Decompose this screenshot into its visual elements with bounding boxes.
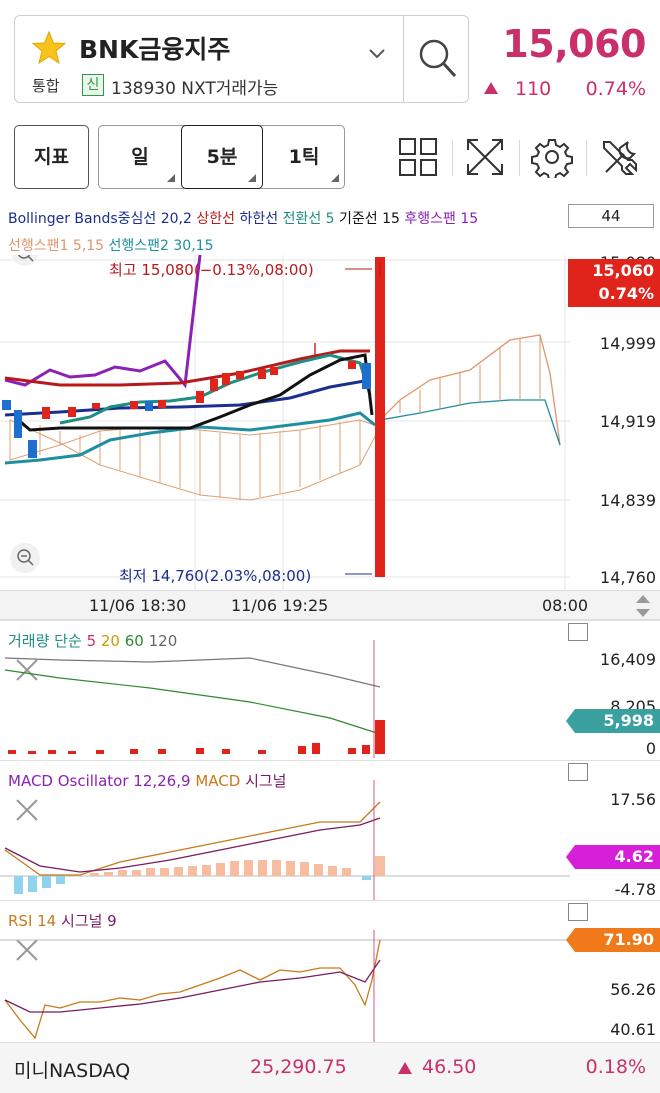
stock-name[interactable]: BNK금융지주 [79,30,230,66]
legend-base: 기준선 15 [339,211,400,227]
index-change-pct: 0.18% [585,1056,646,1078]
low-label: 최저 14,760(2.03%,08:00) [119,567,312,585]
toolbar-divider [519,140,520,176]
index-value: 25,290.75 [250,1056,347,1078]
zoom-out-icon[interactable] [10,543,40,573]
time-axis[interactable]: 11/06 18:30 11/06 19:25 08:00 [0,590,660,620]
menu-icon[interactable] [568,763,588,781]
legend-bb-mid: Bollinger Bands중심선 20,2 [8,211,192,227]
price-chart[interactable] [0,255,660,590]
macd-axis-label: 17.56 [610,790,656,809]
legend-bb-lower: 하한선 [239,211,279,227]
price-axis-label: 14,839 [600,491,656,510]
expand-icon[interactable] [464,136,506,178]
period-selector: 일 5분 1틱 [98,125,345,189]
stock-code: 138930 NXT거래가능 [111,79,279,99]
chevron-down-icon[interactable] [367,46,387,60]
current-price-flag: 15,060 0.74% [568,259,660,307]
stock-selector[interactable]: BNK금융지주 통합 신 138930 NXT거래가능 [14,15,469,103]
legend-bb-upper: 상한선 [196,211,236,227]
period-day-label: 일 [131,146,149,168]
toolbar-divider [452,140,453,176]
macd-chart [0,780,570,900]
price-axis-label: 14,760 [600,568,656,587]
flag-pct: 0.74% [598,284,654,303]
rsi-axis-label: 40.61 [610,1020,656,1039]
period-5min-button[interactable]: 5분 [181,125,263,189]
menu-icon[interactable] [568,903,588,921]
period-1tick-label: 1틱 [288,146,320,168]
base-line [14,353,374,432]
indicator-button[interactable]: 지표 [14,125,89,189]
zoom-in-icon[interactable] [11,255,39,266]
up-arrow-icon [484,82,498,94]
volume-chart [4,640,385,758]
price-axis-label: 14,999 [600,334,656,353]
ichimoku-cloud [9,334,561,501]
index-change: 46.50 [422,1056,477,1078]
volume-axis-label: 16,409 [600,650,656,669]
tools-icon[interactable] [598,136,640,178]
macd-axis-label: -4.78 [614,880,656,899]
divider [403,16,404,102]
legend-span2: 선행스팬2 30,15 [108,238,214,254]
star-favorite-icon[interactable] [31,30,67,66]
current-price: 15,060 [502,22,646,66]
grid-icon[interactable] [397,136,439,178]
rsi-current-flag: 71.90 [566,928,660,952]
menu-icon[interactable] [568,623,588,641]
rsi-signal-label: 시그널 9 [61,912,117,930]
legend-lagging: 후행스팬 15 [404,211,479,227]
main-legend-row2: 선행스팬1 5,15 선행스팬2 30,15 [8,235,213,255]
period-day-button[interactable]: 일 [99,126,181,188]
index-name: 미니NASDAQ [14,1060,131,1082]
volume-axis-label: 0 [645,739,656,758]
search-icon[interactable] [415,34,459,82]
rsi-chart [0,930,570,1042]
credit-badge: 신 [82,74,104,96]
time-label: 08:00 [542,596,589,615]
time-label: 11/06 18:30 [89,596,187,615]
price-change: 110 [515,78,552,100]
period-1tick-button[interactable]: 1틱 [263,126,345,188]
volume-current-flag: 5,998 [566,709,660,733]
rsi-axis-label: 56.26 [610,980,656,999]
price-change-pct: 0.74% [585,78,646,100]
time-label: 11/06 19:25 [231,596,329,615]
index-ticker-bar[interactable]: 미니NASDAQ 25,290.75 46.50 0.18% [0,1042,660,1093]
high-label: 최고 15,080(−0.13%,08:00) [109,261,314,279]
legend-span1: 선행스팬1 5,15 [8,238,105,254]
main-legend-row1: Bollinger Bands중심선 20,2 상한선 하한선 전환선 5 기준… [8,208,478,228]
up-arrow-icon [398,1062,412,1074]
scroll-arrows-icon[interactable] [632,593,654,619]
flag-price: 15,060 [592,261,654,280]
legend-conversion: 전환선 5 [282,211,335,227]
period-5min-label: 5분 [206,146,238,168]
price-axis-label: 14,919 [600,412,656,431]
macd-current-flag: 4.62 [566,845,660,869]
volume-axis-label: 8,205 [610,697,656,709]
toolbar-divider [586,140,587,176]
rsi-label: RSI 14 [8,912,57,930]
market-label: 통합 [32,77,60,95]
rsi-title: RSI 14 시그널 9 [8,910,117,931]
period-count-input[interactable]: 44 [568,204,654,228]
settings-icon[interactable] [531,136,573,178]
